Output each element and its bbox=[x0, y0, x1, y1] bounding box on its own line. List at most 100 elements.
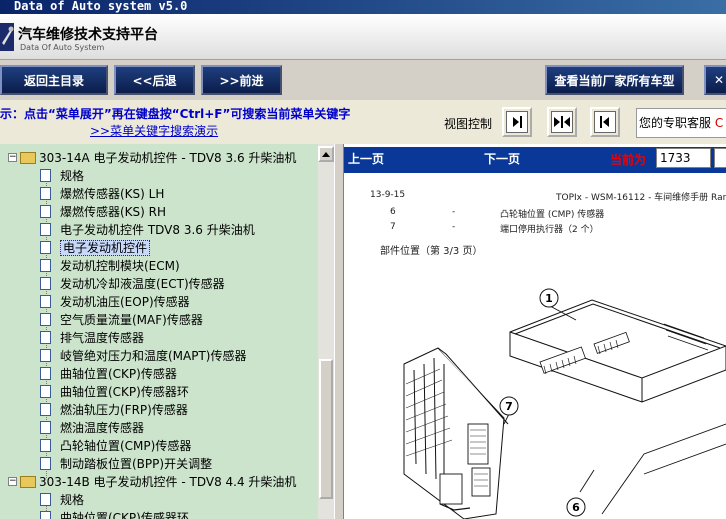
arrow-left-icon bbox=[600, 116, 609, 128]
tree-item-label: 爆燃传感器(KS) RH bbox=[60, 205, 167, 219]
folder-open-icon bbox=[20, 475, 36, 488]
tree-item[interactable]: 曲轴位置(CKP)传感器环 bbox=[40, 383, 189, 401]
tree-item[interactable]: 规格 bbox=[40, 491, 84, 509]
tree-item[interactable]: 凸轮轴位置(CMP)传感器 bbox=[40, 437, 191, 455]
back-button[interactable]: <<后退 bbox=[114, 65, 195, 95]
app-header: 汽车维修技术支持平台 Data Of Auto System bbox=[0, 14, 726, 60]
document-icon bbox=[40, 493, 51, 506]
tree-item-selected[interactable]: 电子发动机控件 bbox=[40, 239, 151, 257]
tree-item[interactable]: 岐管绝对压力和温度(MAPT)传感器 bbox=[40, 347, 247, 365]
document-icon bbox=[40, 349, 51, 362]
tree-item-label: 爆燃传感器(KS) LH bbox=[60, 187, 165, 201]
panel-splitter[interactable] bbox=[334, 144, 344, 519]
hint-text: 示：点击“菜单展开”再在键盘按“Ctrl+F”可搜索当前菜单关键字 bbox=[0, 107, 351, 121]
folder-open-icon bbox=[20, 151, 36, 164]
tree-item-label: 空气质量流量(MAF)传感器 bbox=[60, 313, 203, 327]
tree-item-label: 规格 bbox=[60, 493, 85, 507]
view-expand-left-button[interactable] bbox=[590, 107, 620, 137]
support-contact[interactable]: 您的专职客服 C bbox=[636, 108, 726, 138]
tree-item-label: 排气温度传感器 bbox=[60, 331, 145, 345]
document-nav-bar: 上一页 下一页 当前为 1733 bbox=[344, 144, 726, 174]
tree-item-label: 电子发动机控件 TDV8 3.6 升柴油机 bbox=[60, 223, 255, 237]
tree-item[interactable]: 爆燃传感器(KS) LH bbox=[40, 185, 164, 203]
tree-item-label: 发动机冷却液温度(ECT)传感器 bbox=[60, 277, 225, 291]
tree-item[interactable]: 发动机冷却液温度(ECT)传感器 bbox=[40, 275, 225, 293]
document-icon bbox=[40, 457, 51, 470]
tree-folder-303-14a[interactable]: − 303-14A 电子发动机控件 - TDV8 3.6 升柴油机 bbox=[8, 149, 296, 167]
view-split-button[interactable] bbox=[547, 107, 577, 137]
support-tail: C bbox=[714, 116, 724, 130]
document-icon bbox=[40, 439, 51, 452]
tree-item-label: 发动机油压(EOP)传感器 bbox=[60, 295, 190, 309]
arrow-right-icon bbox=[513, 116, 522, 128]
document-icon bbox=[40, 277, 51, 290]
document-icon bbox=[40, 385, 51, 398]
home-button[interactable]: 返回主目录 bbox=[0, 65, 108, 95]
document-icon bbox=[40, 205, 51, 218]
vendor-models-button[interactable]: 查看当前厂家所有车型 bbox=[545, 65, 684, 95]
forward-button[interactable]: >>前进 bbox=[201, 65, 282, 95]
split-view-icon bbox=[554, 116, 570, 128]
scroll-up-button[interactable] bbox=[318, 146, 334, 162]
document-icon bbox=[40, 295, 51, 308]
window-title: Data of Auto system v5.0 bbox=[14, 0, 188, 13]
tree-item[interactable]: 电子发动机控件 TDV8 3.6 升柴油机 bbox=[40, 221, 255, 239]
main-toolbar: 返回主目录 <<后退 >>前进 查看当前厂家所有车型 ✕ bbox=[0, 60, 726, 100]
document-icon bbox=[40, 259, 51, 272]
tree-folder-label: 303-14B 电子发动机控件 - TDV8 4.4 升柴油机 bbox=[39, 475, 297, 489]
callout-1-label: 1 bbox=[545, 292, 553, 305]
tree-item[interactable]: 发动机油压(EOP)传感器 bbox=[40, 293, 190, 311]
document-icon bbox=[40, 331, 51, 344]
menu-tree: − 303-14A 电子发动机控件 - TDV8 3.6 升柴油机 规格 爆燃传感… bbox=[0, 144, 318, 519]
scroll-thumb[interactable] bbox=[319, 359, 333, 499]
tree-item-label: 曲轴位置(CKP)传感器 bbox=[60, 367, 177, 381]
document-icon bbox=[40, 187, 51, 200]
support-label: 您的专职客服 bbox=[639, 116, 712, 130]
collapse-icon[interactable]: − bbox=[8, 477, 17, 486]
tree-item[interactable]: 排气温度传感器 bbox=[40, 329, 144, 347]
search-demo-link[interactable]: >>菜单关键字搜索演示 bbox=[90, 122, 218, 139]
page-jump-field[interactable] bbox=[714, 148, 726, 168]
collapse-icon[interactable]: − bbox=[8, 153, 17, 162]
tree-item[interactable]: 燃油温度传感器 bbox=[40, 419, 144, 437]
callout-7-label: 7 bbox=[505, 400, 513, 413]
tree-item-label: 曲轴位置(CKP)传感器环 bbox=[60, 385, 189, 399]
tree-item-label: 燃油轨压力(FRP)传感器 bbox=[60, 403, 188, 417]
tree-item[interactable]: 发动机控制模块(ECM) bbox=[40, 257, 180, 275]
view-expand-right-button[interactable] bbox=[502, 107, 532, 137]
triangle-up-icon bbox=[322, 152, 330, 157]
callout-6-label: 6 bbox=[572, 501, 580, 514]
ecu-component-diagram: 1 7 6 bbox=[403, 288, 726, 519]
prev-page-button[interactable]: 上一页 bbox=[348, 150, 384, 167]
tree-item[interactable]: 空气质量流量(MAF)传感器 bbox=[40, 311, 203, 329]
tree-item-label: 曲轴位置(CKP)传感器环 bbox=[60, 511, 189, 519]
tree-item-label: 规格 bbox=[60, 169, 85, 183]
tree-folder-303-14b[interactable]: − 303-14B 电子发动机控件 - TDV8 4.4 升柴油机 bbox=[8, 473, 296, 491]
tree-item[interactable]: 曲轴位置(CKP)传感器 bbox=[40, 365, 177, 383]
tree-item-label: 制动踏板位置(BPP)开关调整 bbox=[60, 457, 213, 471]
close-button[interactable]: ✕ bbox=[704, 65, 726, 95]
next-page-button[interactable]: 下一页 bbox=[484, 150, 520, 167]
document-icon bbox=[40, 421, 51, 434]
tree-folder-label: 303-14A 电子发动机控件 - TDV8 3.6 升柴油机 bbox=[39, 151, 297, 165]
document-icon bbox=[40, 241, 51, 254]
document-icon bbox=[40, 403, 51, 416]
view-control-label: 视图控制 bbox=[444, 117, 493, 131]
current-page-label: 当前为 bbox=[610, 153, 647, 167]
tree-scrollbar[interactable] bbox=[318, 144, 334, 519]
app-title: 汽车维修技术支持平台 bbox=[18, 27, 158, 43]
tree-item-label: 燃油温度传感器 bbox=[60, 421, 145, 435]
tree-item[interactable]: 规格 bbox=[40, 167, 84, 185]
document-icon bbox=[40, 367, 51, 380]
tree-item-label: 电子发动机控件 bbox=[60, 240, 151, 256]
tree-item[interactable]: 制动踏板位置(BPP)开关调整 bbox=[40, 455, 212, 473]
document-page: 13-9-15 TOPIx - WSM-16112 - 车间维修手册 Range… bbox=[344, 174, 726, 519]
tree-item[interactable]: 曲轴位置(CKP)传感器环 bbox=[40, 509, 189, 519]
tree-item-label: 发动机控制模块(ECM) bbox=[60, 259, 180, 273]
app-subtitle: Data Of Auto System bbox=[20, 43, 105, 52]
current-page-input[interactable]: 1733 bbox=[656, 148, 711, 168]
tree-item[interactable]: 爆燃传感器(KS) RH bbox=[40, 203, 166, 221]
tree-item-label: 凸轮轴位置(CMP)传感器 bbox=[60, 439, 192, 453]
tree-item-label: 岐管绝对压力和温度(MAPT)传感器 bbox=[60, 349, 247, 363]
tree-item[interactable]: 燃油轨压力(FRP)传感器 bbox=[40, 401, 188, 419]
